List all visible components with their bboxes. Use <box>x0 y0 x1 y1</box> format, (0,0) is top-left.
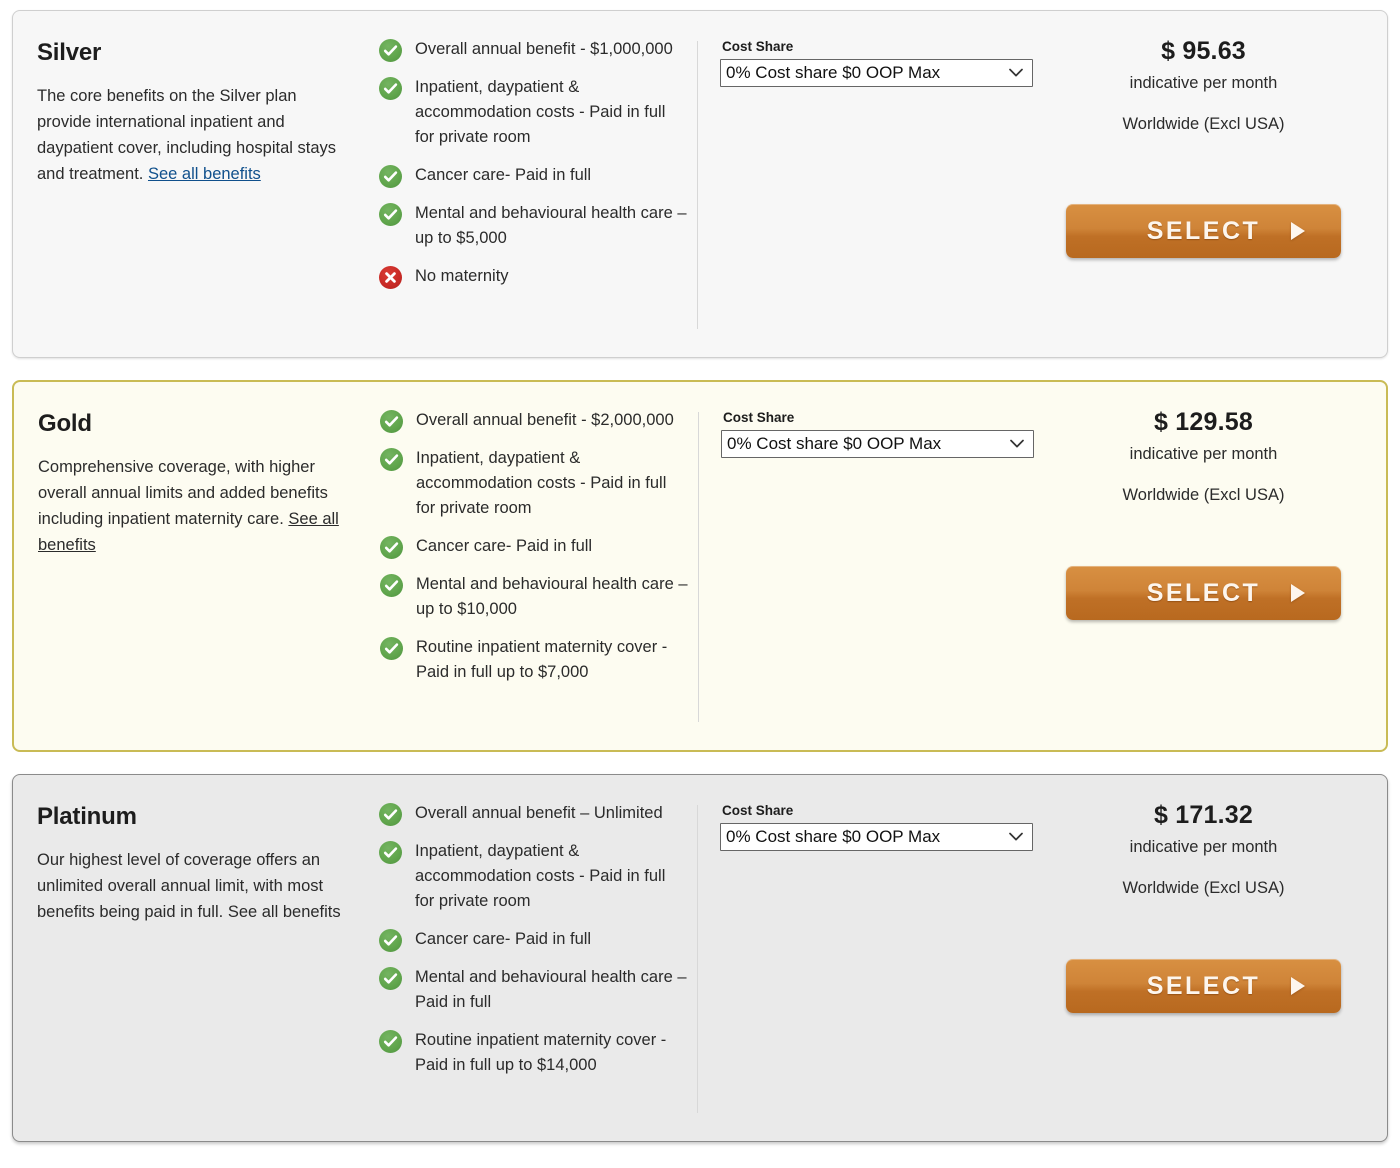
arrow-right-icon <box>1291 584 1305 602</box>
benefit-row: Overall annual benefit - $1,000,000 <box>379 37 687 62</box>
price-region-label: Worldwide (Excl USA) <box>1122 486 1285 504</box>
plan-card-gold: Gold Comprehensive coverage, with higher … <box>12 380 1388 752</box>
plan-card-platinum: Platinum Our highest level of coverage of… <box>12 774 1388 1142</box>
check-circle-icon <box>379 929 402 952</box>
check-circle-icon <box>379 165 402 188</box>
price-column: $ 129.58 indicative per month Worldwide (E… <box>1051 382 1386 750</box>
arrow-right-icon <box>1291 222 1305 240</box>
benefit-row: Routine inpatient maternity cover - Paid… <box>380 635 688 685</box>
plan-title: Silver <box>37 39 102 66</box>
plan-benefits-column: Overall annual benefit - $2,000,000 Inpat… <box>376 382 698 750</box>
check-circle-icon <box>379 841 402 864</box>
plan-title: Gold <box>38 410 92 437</box>
check-circle-icon <box>379 203 402 226</box>
plan-description-column: Gold Comprehensive coverage, with higher … <box>14 382 376 750</box>
cost-share-select-wrapper[interactable]: 0% Cost share $0 OOP Max <box>720 823 1033 851</box>
benefit-label: Cancer care- Paid in full <box>415 166 592 184</box>
benefit-row: Inpatient, daypatient & accommodation co… <box>379 839 687 914</box>
cost-share-label: Cost Share <box>722 803 794 818</box>
plan-card-silver: Silver The core benefits on the Silver pl… <box>12 10 1388 358</box>
benefit-label: Routine inpatient maternity cover - Paid… <box>416 638 668 681</box>
benefit-row: Routine inpatient maternity cover - Paid… <box>379 1028 687 1078</box>
cost-share-column: Cost Share 0% Cost share $0 OOP Max <box>698 11 1050 357</box>
check-circle-icon <box>380 574 403 597</box>
select-plan-button[interactable]: SELECT <box>1066 959 1341 1013</box>
benefit-label: Routine inpatient maternity cover - Paid… <box>415 1031 667 1074</box>
plan-list: Silver The core benefits on the Silver pl… <box>0 0 1400 1142</box>
price-column: $ 171.32 indicative per month Worldwide (E… <box>1050 775 1387 1141</box>
plan-benefits-column: Overall annual benefit – Unlimited Inpati… <box>375 775 697 1141</box>
benefit-row: Overall annual benefit - $2,000,000 <box>380 408 688 433</box>
select-button-label: SELECT <box>1146 578 1261 607</box>
plan-description: Our highest level of coverage offers an … <box>37 847 349 925</box>
benefit-row: Inpatient, daypatient & accommodation co… <box>379 75 687 150</box>
benefit-row: Mental and behavioural health care – Pai… <box>379 965 687 1015</box>
check-circle-icon <box>380 448 403 471</box>
arrow-right-icon <box>1291 977 1305 995</box>
cost-share-column: Cost Share 0% Cost share $0 OOP Max <box>698 775 1050 1141</box>
benefit-label: Overall annual benefit - $2,000,000 <box>416 411 674 429</box>
cost-share-select-wrapper[interactable]: 0% Cost share $0 OOP Max <box>720 59 1033 87</box>
cost-share-column: Cost Share 0% Cost share $0 OOP Max <box>699 382 1051 750</box>
benefit-row: Mental and behavioural health care – up … <box>379 201 687 251</box>
benefit-row: Cancer care- Paid in full <box>380 534 688 559</box>
benefit-row: Overall annual benefit – Unlimited <box>379 801 687 826</box>
select-plan-button[interactable]: SELECT <box>1066 204 1341 258</box>
benefit-label: Overall annual benefit – Unlimited <box>415 804 663 822</box>
cost-share-label: Cost Share <box>723 410 795 425</box>
benefit-row: Mental and behavioural health care – up … <box>380 572 688 622</box>
benefit-label: Mental and behavioural health care – up … <box>415 204 687 247</box>
see-all-benefits-link[interactable]: See all benefits <box>148 165 261 183</box>
check-circle-icon <box>380 410 403 433</box>
check-circle-icon <box>379 967 402 990</box>
benefit-label: Inpatient, daypatient & accommodation co… <box>415 842 666 910</box>
price-region-label: Worldwide (Excl USA) <box>1122 115 1285 133</box>
plan-description: The core benefits on the Silver plan pro… <box>37 83 349 187</box>
check-circle-icon <box>379 803 402 826</box>
plan-price: $ 129.58 <box>1154 408 1253 436</box>
cross-circle-icon <box>379 266 402 289</box>
select-button-label: SELECT <box>1146 971 1261 1000</box>
price-period-label: indicative per month <box>1129 74 1278 92</box>
cost-share-select-wrapper[interactable]: 0% Cost share $0 OOP Max <box>721 430 1034 458</box>
benefit-row: Cancer care- Paid in full <box>379 163 687 188</box>
plan-description-column: Platinum Our highest level of coverage of… <box>13 775 375 1141</box>
check-circle-icon <box>379 77 402 100</box>
benefit-row: Cancer care- Paid in full <box>379 927 687 952</box>
plan-price: $ 171.32 <box>1154 801 1253 829</box>
benefit-label: Overall annual benefit - $1,000,000 <box>415 40 673 58</box>
see-all-benefits-link: See all benefits <box>227 903 341 921</box>
check-circle-icon <box>380 536 403 559</box>
plan-description-text: Comprehensive coverage, with higher over… <box>38 458 328 528</box>
benefit-label: No maternity <box>415 267 509 285</box>
benefit-label: Cancer care- Paid in full <box>415 930 592 948</box>
plan-title: Platinum <box>37 803 137 830</box>
benefit-label: Inpatient, daypatient & accommodation co… <box>415 78 666 146</box>
price-period-label: indicative per month <box>1129 838 1278 856</box>
plan-price: $ 95.63 <box>1161 37 1246 65</box>
select-plan-button[interactable]: SELECT <box>1066 566 1341 620</box>
check-circle-icon <box>379 39 402 62</box>
price-period-label: indicative per month <box>1129 445 1278 463</box>
cost-share-select[interactable]: 0% Cost share $0 OOP Max <box>721 430 1034 458</box>
plan-description: Comprehensive coverage, with higher over… <box>38 454 350 558</box>
check-circle-icon <box>379 1030 402 1053</box>
benefit-label: Mental and behavioural health care – up … <box>416 575 688 618</box>
cost-share-select[interactable]: 0% Cost share $0 OOP Max <box>720 59 1033 87</box>
select-button-label: SELECT <box>1146 216 1261 245</box>
benefit-row: Inpatient, daypatient & accommodation co… <box>380 446 688 521</box>
benefit-label: Inpatient, daypatient & accommodation co… <box>416 449 667 517</box>
plan-benefits-column: Overall annual benefit - $1,000,000 Inpat… <box>375 11 697 357</box>
price-column: $ 95.63 indicative per month Worldwide (Ex… <box>1050 11 1387 357</box>
plan-description-column: Silver The core benefits on the Silver pl… <box>13 11 375 357</box>
cost-share-select[interactable]: 0% Cost share $0 OOP Max <box>720 823 1033 851</box>
cost-share-label: Cost Share <box>722 39 794 54</box>
price-region-label: Worldwide (Excl USA) <box>1122 879 1285 897</box>
benefit-row: No maternity <box>379 264 687 289</box>
benefit-label: Mental and behavioural health care – Pai… <box>415 968 687 1011</box>
benefit-label: Cancer care- Paid in full <box>416 537 593 555</box>
check-circle-icon <box>380 637 403 660</box>
